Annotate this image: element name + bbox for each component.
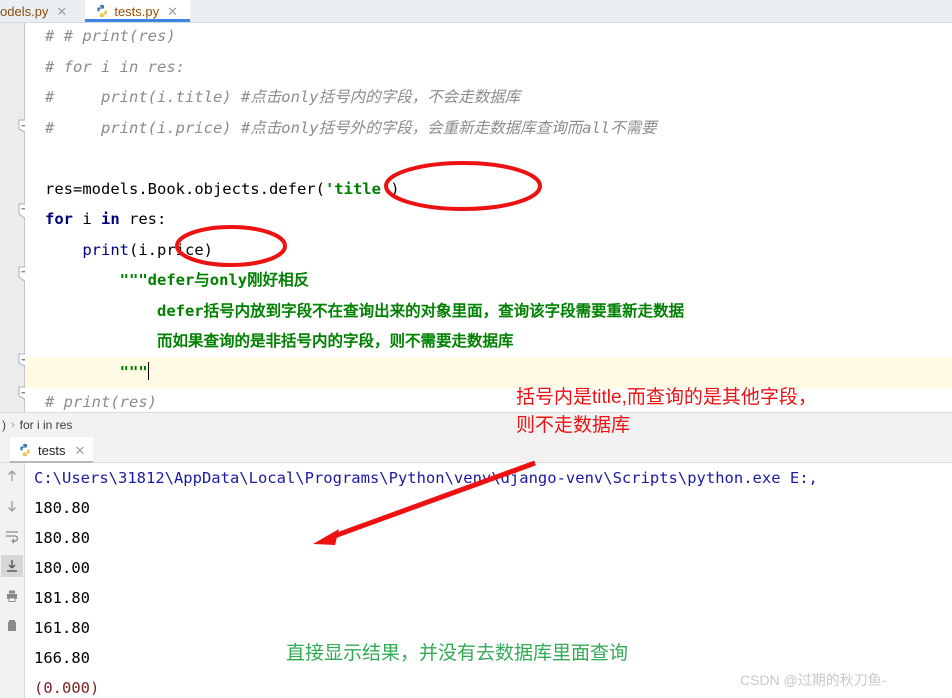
console-text: 180.00: [34, 559, 90, 577]
code-token: print: [45, 240, 129, 259]
editor-tab-label: tests.py: [114, 3, 160, 19]
run-console-output[interactable]: C:\Users\31812\AppData\Local\Programs\Py…: [26, 463, 952, 698]
code-line[interactable]: print(i.price): [25, 235, 952, 266]
soft-wrap-icon[interactable]: [1, 525, 23, 547]
console-text: 180.80: [34, 529, 90, 547]
code-token: res:: [119, 210, 167, 228]
code-line[interactable]: # for i in res:: [25, 52, 952, 83]
console-text: C:\Users\31812\AppData\Local\Programs\Py…: [34, 469, 818, 487]
code-token: # # print(res): [45, 27, 176, 45]
scroll-to-end-icon[interactable]: [1, 555, 23, 577]
console-line: (0.000): [26, 673, 952, 698]
code-token: # for i in res:: [45, 57, 185, 76]
code-line[interactable]: res=models.Book.objects.defer('title'): [25, 174, 952, 205]
code-token: ): [390, 179, 400, 198]
close-icon[interactable]: ✕: [167, 5, 178, 18]
breadcrumb-item-paren[interactable]: ): [0, 418, 6, 432]
console-line: 180.80: [26, 493, 952, 523]
run-tab-tests[interactable]: tests ✕: [10, 437, 94, 463]
code-token: (i.price): [129, 240, 213, 259]
code-line[interactable]: # print(i.price) #点击only括号外的字段，会重新走数据库查询…: [25, 113, 952, 144]
console-text: (0.000): [34, 679, 100, 697]
code-editor[interactable]: # # print(res) # for i in res: # print(i.t…: [0, 23, 952, 412]
code-line[interactable]: defer括号内放到字段不在查询出来的对象里面，查询该字段需要重新走数据: [25, 296, 952, 327]
code-token: i: [73, 210, 101, 228]
console-line: C:\Users\31812\AppData\Local\Programs\Py…: [26, 463, 952, 493]
editor-tab-tests[interactable]: tests.py ✕: [85, 0, 191, 22]
ide-window: odels.py ✕ tests.py ✕ # # print(res) # f…: [0, 0, 952, 698]
code-token: defer括号内放到字段不在查询出来的对象里面，查询该字段需要重新走数据: [45, 301, 685, 320]
console-line: 161.80: [26, 613, 952, 643]
code-token: """defer与only刚好相反: [45, 271, 310, 289]
console-line: 180.00: [26, 553, 952, 583]
editor-tab-models[interactable]: odels.py ✕: [0, 0, 76, 22]
console-line: 181.80: [26, 583, 952, 613]
code-token: in: [101, 210, 120, 228]
console-text: 181.80: [34, 589, 90, 607]
code-line[interactable]: 而如果查询的是非括号内的字段，则不需要走数据库: [25, 326, 952, 357]
run-tab-label: tests: [38, 442, 66, 458]
breadcrumb-item-for-loop[interactable]: for i in res: [20, 418, 73, 432]
arrow-down-icon[interactable]: [1, 495, 23, 517]
code-token: for: [45, 210, 73, 228]
code-token: =models.Book.objects.defer(: [73, 179, 325, 198]
console-text: 161.80: [34, 619, 90, 637]
rerun-arrow-up-icon[interactable]: [1, 465, 23, 487]
code-token: """: [45, 362, 148, 381]
console-line: 166.80: [26, 643, 952, 673]
python-file-icon: [95, 4, 109, 18]
editor-tab-label: odels.py: [0, 3, 49, 19]
trash-icon[interactable]: [1, 615, 23, 637]
close-icon[interactable]: ✕: [56, 5, 67, 18]
run-tabbar: [0, 437, 952, 463]
code-token: 而如果查询的是非括号内的字段，则不需要走数据库: [45, 332, 514, 350]
run-tool-window: tests ✕ C:\Users\31812\AppData\Local\Pro…: [0, 437, 952, 698]
text-caret: [147, 361, 149, 380]
code-token: # print(res): [45, 393, 157, 411]
code-token: 'title': [324, 179, 391, 198]
editor-tabbar: odels.py ✕ tests.py ✕: [0, 0, 952, 23]
python-file-icon: [18, 443, 32, 457]
code-text-area[interactable]: # # print(res) # for i in res: # print(i.t…: [25, 23, 952, 412]
code-token: # print(i.price) #点击only括号外的字段，会重新走数据库查询…: [45, 118, 657, 137]
console-text: 180.80: [34, 499, 90, 517]
breadcrumb: ) › for i in res: [0, 412, 952, 437]
print-icon[interactable]: [1, 585, 23, 607]
run-toolbar: [0, 463, 25, 698]
close-icon[interactable]: ✕: [74, 444, 85, 457]
console-text: 166.80: [34, 649, 90, 667]
code-token: # print(i.title) #点击only括号内的字段，不会走数据库: [45, 88, 521, 106]
code-line[interactable]: # # print(res): [25, 21, 952, 52]
code-line[interactable]: for i in res:: [25, 204, 952, 235]
chevron-right-icon: ›: [11, 419, 15, 431]
code-line[interactable]: # print(i.title) #点击only括号内的字段，不会走数据库: [25, 82, 952, 113]
code-line[interactable]: """: [25, 356, 952, 388]
console-line: 180.80: [26, 523, 952, 553]
code-line[interactable]: [25, 143, 952, 174]
code-token: res: [45, 179, 73, 198]
code-line[interactable]: """defer与only刚好相反: [25, 265, 952, 296]
